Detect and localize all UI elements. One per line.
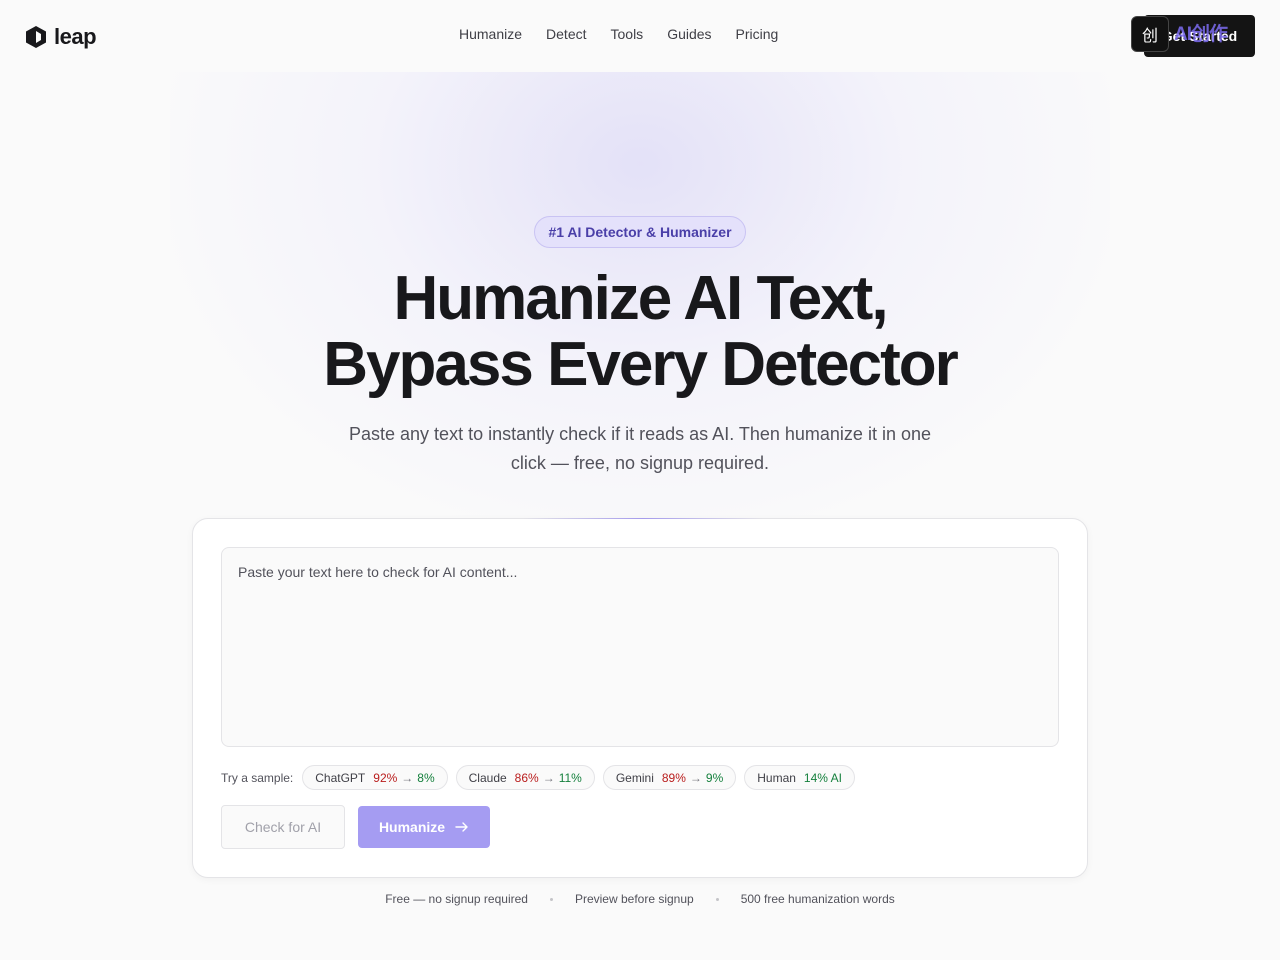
hero-title-line-2: Bypass Every Detector <box>323 330 958 399</box>
brand-logo[interactable]: leap <box>24 24 97 50</box>
note-words: 500 free humanization words <box>740 892 895 906</box>
hero-title: Humanize AI Text, Bypass Every Detector <box>240 266 1040 398</box>
nav-item-detect[interactable]: Detect <box>546 26 586 42</box>
site-header: leap Humanize Detect Tools Guides Pricin… <box>0 0 1280 72</box>
nav-item-tools[interactable]: Tools <box>611 26 644 42</box>
arrow-right-icon: → <box>542 770 555 785</box>
overlay-app-icon[interactable]: 创 <box>1131 16 1169 52</box>
sample-after-score: 11% <box>558 770 582 785</box>
arrow-right-icon: → <box>401 770 414 785</box>
sample-chip-claude[interactable]: Claude 86% → 11% <box>455 765 595 790</box>
nav-item-humanize[interactable]: Humanize <box>459 26 522 42</box>
leap-logo-icon <box>26 26 46 48</box>
sample-chip-chatgpt[interactable]: ChatGPT 92% → 8% <box>302 765 448 790</box>
sample-name: Human <box>757 770 796 785</box>
sample-chip-human[interactable]: Human 14% AI <box>744 765 855 790</box>
arrow-right-icon: → <box>689 770 702 785</box>
sample-before-score: 92% <box>373 770 398 785</box>
hero-title-line-1: Humanize AI Text, <box>393 264 888 333</box>
separator-dot <box>549 897 553 901</box>
arrow-right-icon <box>455 822 468 832</box>
humanize-button[interactable]: Humanize <box>358 806 490 848</box>
text-input[interactable] <box>221 547 1059 747</box>
sample-after-score: 8% <box>417 770 435 785</box>
nav-item-guides[interactable]: Guides <box>667 26 711 42</box>
sample-before-score: 86% <box>514 770 539 785</box>
sample-score: 14% AI <box>803 770 842 785</box>
brand-name: leap <box>54 24 97 49</box>
sample-chip-gemini[interactable]: Gemini 89% → 9% <box>602 765 737 790</box>
sample-name: Gemini <box>615 770 654 785</box>
sample-row: Try a sample: ChatGPT 92% → 8% Claude 86… <box>221 765 855 790</box>
note-free: Free — no signup required <box>385 892 528 906</box>
main-nav: Humanize Detect Tools Guides Pricing <box>459 26 778 42</box>
hero-badge: #1 AI Detector & Humanizer <box>534 216 746 248</box>
detector-card: Try a sample: ChatGPT 92% → 8% Claude 86… <box>192 518 1088 878</box>
sample-before-score: 89% <box>661 770 686 785</box>
nav-item-pricing[interactable]: Pricing <box>736 26 779 42</box>
separator-dot <box>715 897 719 901</box>
overlay-label: AI创作 <box>1174 24 1228 45</box>
sample-after-score: 9% <box>705 770 724 785</box>
sample-name: Claude <box>468 770 507 785</box>
hero-subtitle: Paste any text to instantly check if it … <box>349 424 931 473</box>
samples-label: Try a sample: <box>221 770 294 785</box>
sample-name: ChatGPT <box>315 770 366 785</box>
humanize-button-label: Humanize <box>378 819 446 835</box>
check-for-ai-button[interactable]: Check for AI <box>221 805 345 849</box>
note-preview: Preview before signup <box>574 892 694 906</box>
feature-notes: Free — no signup required Preview before… <box>0 892 1280 906</box>
